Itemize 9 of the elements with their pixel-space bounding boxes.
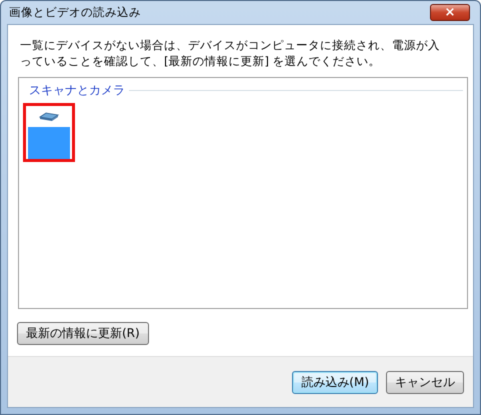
scanner-icon xyxy=(39,112,59,122)
instruction-text: 一覧にデバイスがない場合は、デバイスがコンピュータに接続され、電源が入っていることを確認して、[最新の情報に更新] を選んでください。 xyxy=(20,37,440,69)
device-item[interactable] xyxy=(23,103,75,162)
window-title: 画像とビデオの読み込み xyxy=(8,5,141,20)
refresh-button[interactable]: 最新の情報に更新(R) xyxy=(17,322,149,345)
import-button[interactable]: 読み込み(M) xyxy=(292,370,378,394)
cancel-button[interactable]: キャンセル xyxy=(386,370,464,394)
close-button[interactable]: × xyxy=(430,4,470,21)
group-header: スキャナとカメラ xyxy=(28,82,125,99)
